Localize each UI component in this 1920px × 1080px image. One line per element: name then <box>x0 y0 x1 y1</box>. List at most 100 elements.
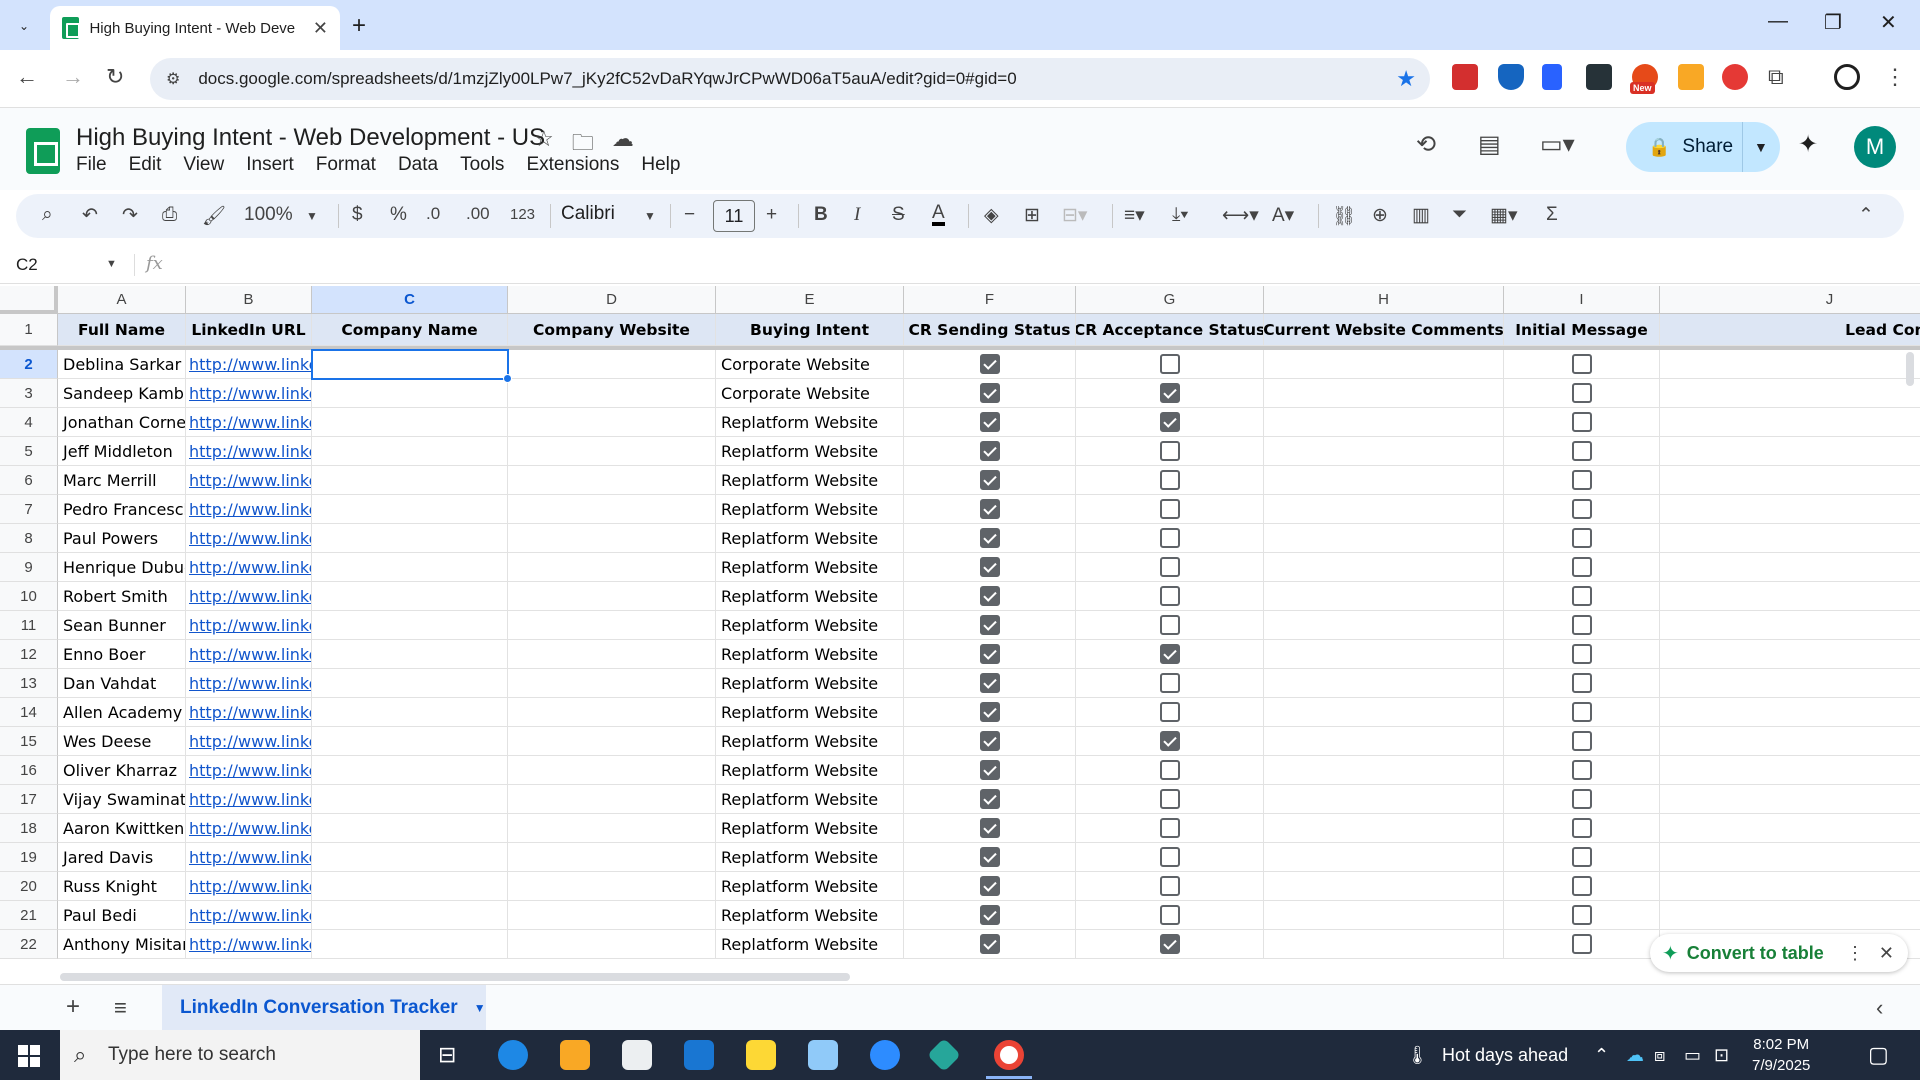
full-name-cell[interactable]: Paul Powers <box>58 524 186 553</box>
cr-sending-status-cell[interactable] <box>904 669 1076 698</box>
checkbox[interactable] <box>1571 731 1592 751</box>
current-website-comments-cell[interactable] <box>1264 582 1504 611</box>
checkbox[interactable] <box>1159 586 1180 606</box>
company-website-cell[interactable] <box>508 611 716 640</box>
checkbox[interactable] <box>1571 412 1592 432</box>
linkedin-url-cell[interactable]: http://www.linkedin.com/ <box>186 582 312 611</box>
insert-chart-icon[interactable]: ▥ <box>1412 204 1430 227</box>
cr-acceptance-status-cell[interactable] <box>1076 814 1264 843</box>
store-icon[interactable] <box>622 1040 652 1070</box>
initial-message-cell[interactable] <box>1504 785 1660 814</box>
insert-link-icon[interactable]: ⛓ <box>1332 204 1356 228</box>
checkbox[interactable] <box>1159 847 1180 867</box>
company-name-cell[interactable] <box>312 814 508 843</box>
fill-handle[interactable] <box>503 374 512 383</box>
horizontal-scrollbar[interactable] <box>60 970 1918 984</box>
header-cell-f[interactable]: CR Sending Status <box>904 314 1076 346</box>
current-website-comments-cell[interactable] <box>1264 379 1504 408</box>
linkedin-url-cell[interactable]: http://www.linkedin.com/ <box>186 611 312 640</box>
restore-icon[interactable]: ❐ <box>1824 10 1842 35</box>
lead-comments-cell[interactable] <box>1660 350 1920 379</box>
company-website-cell[interactable] <box>508 698 716 727</box>
italic-button[interactable]: I <box>854 204 860 226</box>
edge-icon[interactable] <box>498 1040 528 1070</box>
linkedin-url-cell[interactable]: http://www.linkedin.com/ <box>186 814 312 843</box>
lead-comments-cell[interactable] <box>1660 437 1920 466</box>
row-header-1[interactable]: 1 <box>0 314 58 346</box>
menu-view[interactable]: View <box>183 154 224 176</box>
decrease-decimal-button[interactable]: .0 <box>426 204 440 224</box>
column-header-h[interactable]: H <box>1264 286 1504 314</box>
initial-message-cell[interactable] <box>1504 814 1660 843</box>
checkbox[interactable] <box>979 702 1000 722</box>
checkbox[interactable] <box>979 644 1000 664</box>
sheet-tab-linkedin-tracker[interactable]: LinkedIn Conversation Tracker ▼ <box>162 985 486 1031</box>
merge-cells-icon[interactable]: ⊟▾ <box>1062 204 1087 227</box>
text-rotation-icon[interactable]: A▾ <box>1272 204 1294 227</box>
buying-intent-cell[interactable]: Replatform Website <box>716 553 904 582</box>
current-website-comments-cell[interactable] <box>1264 872 1504 901</box>
company-name-cell[interactable] <box>312 930 508 959</box>
linkedin-url-cell[interactable]: http://www.linkedin.com/ <box>186 553 312 582</box>
share-dropdown-icon[interactable]: ▼ <box>1754 139 1768 155</box>
sheets-logo-icon[interactable] <box>26 128 60 174</box>
company-name-cell[interactable] <box>312 727 508 756</box>
checkbox[interactable] <box>979 499 1000 519</box>
full-name-cell[interactable]: Marc Merrill <box>58 466 186 495</box>
company-name-cell[interactable] <box>312 756 508 785</box>
buying-intent-cell[interactable]: Replatform Website <box>716 727 904 756</box>
buying-intent-cell[interactable]: Replatform Website <box>716 698 904 727</box>
cr-acceptance-status-cell[interactable] <box>1076 437 1264 466</box>
checkbox[interactable] <box>979 615 1000 635</box>
cr-acceptance-status-cell[interactable] <box>1076 756 1264 785</box>
paint-format-icon[interactable]: 🖌 <box>202 204 226 228</box>
battery-icon[interactable]: ▭ <box>1684 1045 1701 1066</box>
company-website-cell[interactable] <box>508 350 716 379</box>
cr-acceptance-status-cell[interactable] <box>1076 930 1264 959</box>
initial-message-cell[interactable] <box>1504 727 1660 756</box>
cr-acceptance-status-cell[interactable] <box>1076 495 1264 524</box>
column-header-d[interactable]: D <box>508 286 716 314</box>
cr-acceptance-status-cell[interactable] <box>1076 611 1264 640</box>
avatar[interactable]: M <box>1854 126 1896 168</box>
checkbox[interactable] <box>1571 557 1592 577</box>
taskbar-clock[interactable]: 8:02 PM 7/9/2025 <box>1752 1034 1810 1076</box>
bookmark-star-icon[interactable]: ★ <box>1396 66 1416 92</box>
initial-message-cell[interactable] <box>1504 437 1660 466</box>
cr-sending-status-cell[interactable] <box>904 872 1076 901</box>
decrease-font-size-icon[interactable]: − <box>684 204 695 226</box>
cr-sending-status-cell[interactable] <box>904 524 1076 553</box>
checkbox[interactable] <box>979 586 1000 606</box>
checkbox[interactable] <box>1159 557 1180 577</box>
name-box[interactable]: C2 <box>16 255 38 275</box>
fill-color-icon[interactable]: ◈ <box>984 204 999 227</box>
initial-message-cell[interactable] <box>1504 669 1660 698</box>
row-header[interactable]: 8 <box>0 524 58 553</box>
cr-acceptance-status-cell[interactable] <box>1076 524 1264 553</box>
full-name-cell[interactable]: Anthony Misitan <box>58 930 186 959</box>
company-name-cell[interactable] <box>312 553 508 582</box>
weather-icon[interactable]: 🌡 <box>1406 1045 1429 1066</box>
font-size-input[interactable]: 11 <box>713 200 755 232</box>
header-cell-a[interactable]: Full Name <box>58 314 186 346</box>
share-button[interactable]: 🔒 Share ▼ <box>1626 122 1780 172</box>
initial-message-cell[interactable] <box>1504 408 1660 437</box>
header-cell-g[interactable]: CR Acceptance Status <box>1076 314 1264 346</box>
lead-comments-cell[interactable] <box>1660 785 1920 814</box>
browser-tab[interactable]: High Buying Intent - Web Deve ✕ <box>50 6 340 50</box>
current-website-comments-cell[interactable] <box>1264 756 1504 785</box>
tab-close-icon[interactable]: ✕ <box>313 18 328 39</box>
full-name-cell[interactable]: Vijay Swaminath <box>58 785 186 814</box>
checkbox[interactable] <box>1571 876 1592 896</box>
row-header[interactable]: 18 <box>0 814 58 843</box>
tab-search-icon[interactable]: ⌄ <box>10 12 38 40</box>
cr-sending-status-cell[interactable] <box>904 611 1076 640</box>
text-wrapping-icon[interactable]: ⟷▾ <box>1222 204 1259 227</box>
cr-sending-status-cell[interactable] <box>904 785 1076 814</box>
current-website-comments-cell[interactable] <box>1264 698 1504 727</box>
linkedin-url-cell[interactable]: http://www.linkedin.com/ <box>186 698 312 727</box>
checkbox[interactable] <box>979 905 1000 925</box>
lead-comments-cell[interactable] <box>1660 495 1920 524</box>
initial-message-cell[interactable] <box>1504 872 1660 901</box>
full-name-cell[interactable]: Russ Knight <box>58 872 186 901</box>
